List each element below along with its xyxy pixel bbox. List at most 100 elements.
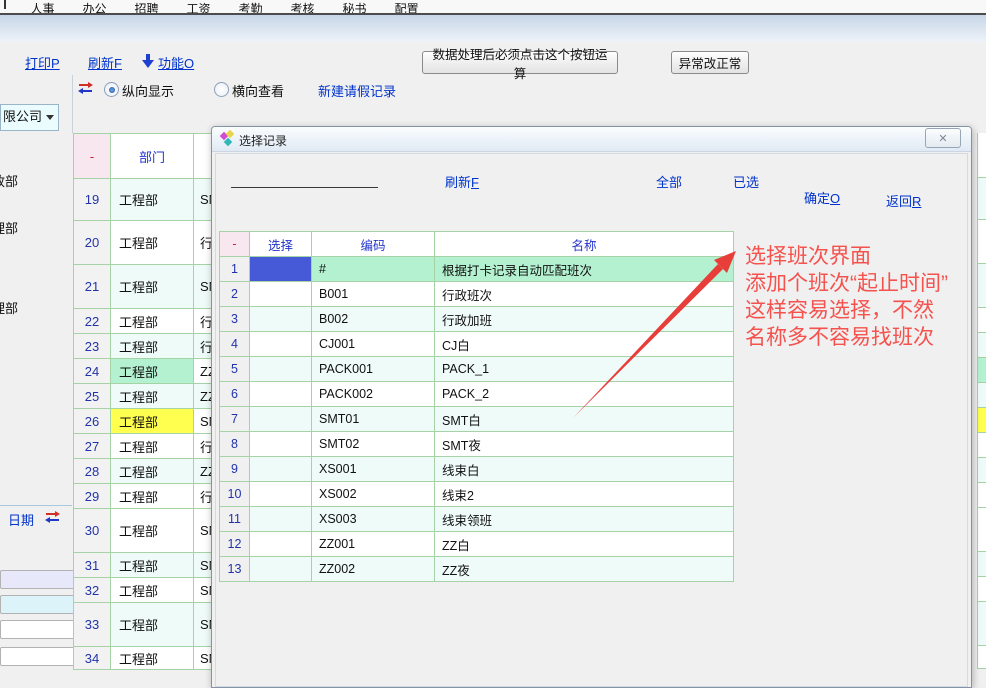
row-number-cell[interactable]: 4	[220, 332, 250, 357]
department-cell[interactable]: 工程部	[111, 384, 194, 409]
menu-item-人事[interactable]: 人事	[16, 2, 68, 15]
department-cell[interactable]: 工程部	[111, 179, 194, 221]
company-combobox[interactable]: 限公司	[0, 104, 59, 131]
shift-code-cell[interactable]: XS001	[312, 457, 435, 482]
refresh-link[interactable]: 刷新F	[88, 53, 122, 72]
select-checkbox-cell[interactable]	[250, 407, 312, 432]
row-number-cell[interactable]: 12	[220, 532, 250, 557]
department-cell[interactable]: 工程部	[111, 553, 194, 578]
select-checkbox-cell[interactable]	[250, 432, 312, 457]
department-cell[interactable]: 工程部	[111, 309, 194, 334]
shift-name-cell[interactable]: SMT白	[435, 407, 734, 432]
shift-code-cell[interactable]: PACK002	[312, 382, 435, 407]
shift-name-cell[interactable]: ZZ白	[435, 532, 734, 557]
shift-name-cell[interactable]: SMT夜	[435, 432, 734, 457]
menu-item-考核[interactable]: 考核	[277, 2, 329, 15]
row-number-cell[interactable]: 28	[74, 459, 111, 484]
department-cell[interactable]: 工程部	[111, 221, 194, 265]
row-number-cell[interactable]: 23	[74, 334, 111, 359]
dialog-refresh-link[interactable]: 刷新F	[445, 172, 479, 191]
select-checkbox-cell[interactable]	[250, 557, 312, 582]
menu-item-秘书[interactable]: 秘书	[329, 2, 381, 15]
filter-input[interactable]	[231, 169, 378, 188]
row-number-cell[interactable]: 11	[220, 507, 250, 532]
close-icon[interactable]: ✕	[925, 128, 961, 148]
row-number-cell[interactable]: 30	[74, 509, 111, 553]
row-number-cell[interactable]: 27	[74, 434, 111, 459]
department-cell[interactable]: 工程部	[111, 578, 194, 603]
select-all-link[interactable]: 全部	[656, 172, 682, 191]
menu-item-考勤[interactable]: 考勤	[225, 2, 277, 15]
shift-code-cell[interactable]: B002	[312, 307, 435, 332]
department-cell[interactable]: 工程部	[111, 459, 194, 484]
menu-item-办公[interactable]: 办公	[68, 2, 120, 15]
row-number-cell[interactable]: 33	[74, 603, 111, 647]
row-number-cell[interactable]: 6	[220, 382, 250, 407]
select-checkbox-cell[interactable]	[250, 532, 312, 557]
shift-code-cell[interactable]: SMT01	[312, 407, 435, 432]
shift-name-cell[interactable]: 行政加班	[435, 307, 734, 332]
select-checkbox-cell[interactable]	[250, 282, 312, 307]
print-link[interactable]: 打印P	[25, 53, 60, 72]
shift-name-cell[interactable]: ZZ夜	[435, 557, 734, 582]
abnormal-to-normal-button[interactable]: 异常改正常	[671, 51, 749, 74]
shift-name-cell[interactable]: 根据打卡记录自动匹配班次	[435, 257, 734, 282]
shift-code-cell[interactable]: PACK001	[312, 357, 435, 382]
shift-name-cell[interactable]: 行政班次	[435, 282, 734, 307]
row-number-cell[interactable]: 22	[74, 309, 111, 334]
swap-columns-icon[interactable]	[77, 81, 94, 99]
department-cell[interactable]: 工程部	[111, 409, 194, 434]
select-checkbox-cell[interactable]	[250, 482, 312, 507]
shift-code-cell[interactable]: XS003	[312, 507, 435, 532]
shift-name-cell[interactable]: PACK_2	[435, 382, 734, 407]
select-checkbox-cell[interactable]	[250, 507, 312, 532]
menu-item-招聘[interactable]: 招聘	[120, 2, 172, 15]
select-checkbox-cell[interactable]	[250, 382, 312, 407]
shift-name-cell[interactable]: 线束白	[435, 457, 734, 482]
row-number-cell[interactable]: 1	[220, 257, 250, 282]
department-cell[interactable]: 工程部	[111, 434, 194, 459]
shift-code-cell[interactable]: B001	[312, 282, 435, 307]
row-number-cell[interactable]: 5	[220, 357, 250, 382]
select-checkbox-cell[interactable]	[250, 357, 312, 382]
row-number-cell[interactable]: 3	[220, 307, 250, 332]
row-number-cell[interactable]: 20	[74, 221, 111, 265]
row-number-cell[interactable]: 29	[74, 484, 111, 509]
row-number-cell[interactable]: 8	[220, 432, 250, 457]
shift-code-cell[interactable]: ZZ002	[312, 557, 435, 582]
row-number-cell[interactable]: 32	[74, 578, 111, 603]
horizontal-view-radio[interactable]	[214, 82, 229, 97]
department-cell[interactable]: 工程部	[111, 265, 194, 309]
department-cell[interactable]: 工程部	[111, 484, 194, 509]
shift-code-cell[interactable]: SMT02	[312, 432, 435, 457]
row-number-cell[interactable]: 9	[220, 457, 250, 482]
back-link[interactable]: 返回R	[886, 191, 921, 210]
dialog-titlebar[interactable]: 选择记录 ✕	[212, 127, 971, 152]
shift-code-cell[interactable]: XS002	[312, 482, 435, 507]
shift-code-cell[interactable]: #	[312, 257, 435, 282]
row-number-cell[interactable]: 24	[74, 359, 111, 384]
row-number-cell[interactable]: 26	[74, 409, 111, 434]
vertical-display-radio[interactable]	[104, 82, 119, 97]
department-cell[interactable]: 工程部	[111, 509, 194, 553]
new-leave-record-link[interactable]: 新建请假记录	[318, 81, 396, 100]
row-number-cell[interactable]: 13	[220, 557, 250, 582]
row-number-cell[interactable]: 19	[74, 179, 111, 221]
department-cell[interactable]: 工程部	[111, 359, 194, 384]
swap-date-icon[interactable]	[44, 510, 61, 528]
function-link[interactable]: 功能O	[158, 53, 194, 72]
shift-name-cell[interactable]: 线束领班	[435, 507, 734, 532]
menu-item-工资[interactable]: 工资	[173, 2, 225, 15]
shift-name-cell[interactable]: CJ白	[435, 332, 734, 357]
row-number-cell[interactable]: 34	[74, 647, 111, 670]
row-number-cell[interactable]: 7	[220, 407, 250, 432]
select-checkbox-cell[interactable]	[250, 257, 312, 282]
select-checkbox-cell[interactable]	[250, 457, 312, 482]
department-cell[interactable]: 工程部	[111, 334, 194, 359]
select-checkbox-cell[interactable]	[250, 307, 312, 332]
shift-code-cell[interactable]: ZZ001	[312, 532, 435, 557]
shift-name-cell[interactable]: 线束2	[435, 482, 734, 507]
selected-only-link[interactable]: 已选	[733, 172, 759, 191]
ok-link[interactable]: 确定O	[804, 188, 840, 207]
row-number-cell[interactable]: 10	[220, 482, 250, 507]
